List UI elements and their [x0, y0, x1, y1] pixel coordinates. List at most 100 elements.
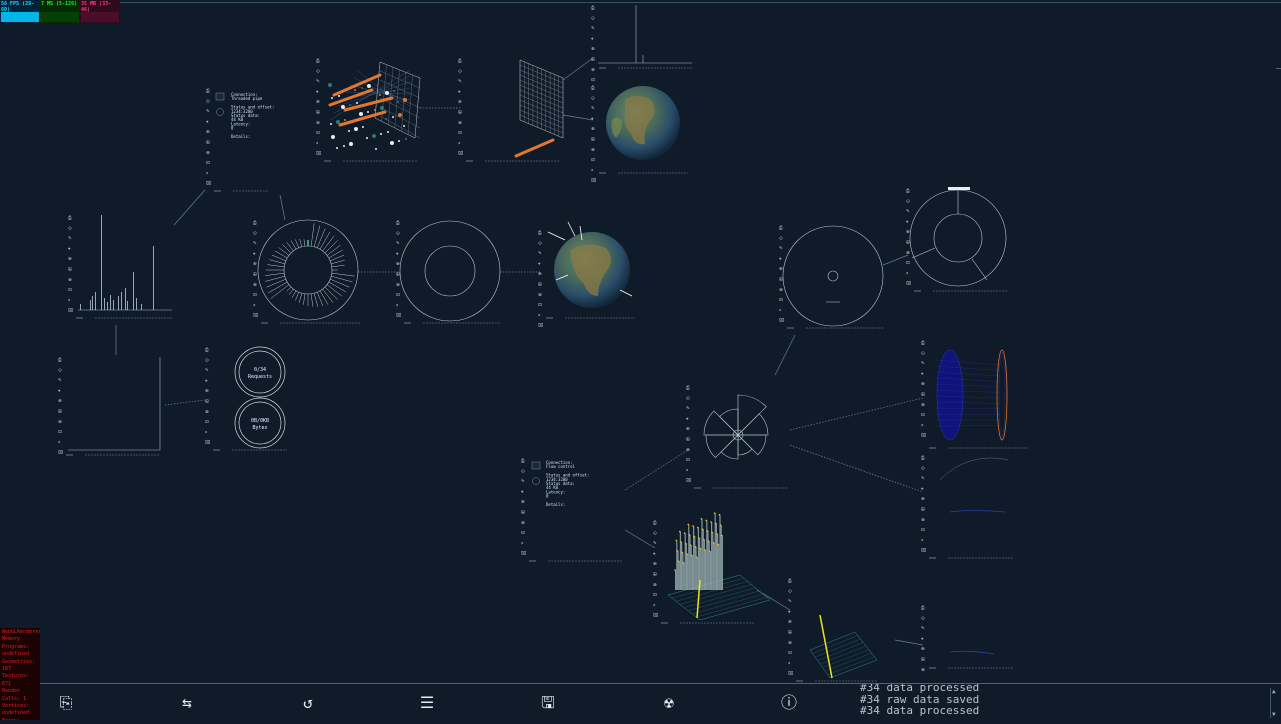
- tool-icon[interactable]: ⊞: [788, 631, 792, 636]
- tool-icon[interactable]: ⌕: [521, 541, 524, 546]
- tool-icon[interactable]: ⊞: [686, 438, 690, 443]
- tool-icon[interactable]: ⊕: [921, 382, 925, 387]
- tool-icon[interactable]: ⌕: [205, 430, 208, 435]
- tool-icon[interactable]: ⊗: [458, 121, 462, 126]
- tool-icon[interactable]: ⎙: [921, 605, 925, 611]
- tool-icon[interactable]: ⊕: [68, 257, 72, 262]
- reset-icon[interactable]: ↺: [296, 691, 320, 715]
- tool-icon[interactable]: ⌕: [58, 440, 61, 445]
- event-log[interactable]: #34 data processed #34 raw data saved #3…: [858, 683, 1281, 721]
- tool-icon[interactable]: ⌧: [921, 433, 926, 439]
- tool-icon[interactable]: ⊙: [906, 199, 910, 204]
- tool-icon[interactable]: ⊡: [906, 261, 910, 266]
- tool-icon[interactable]: ⌧: [653, 613, 658, 619]
- tool-icon[interactable]: ⎙: [686, 385, 690, 391]
- ms-meter[interactable]: 7 MS (5-126): [40, 0, 80, 23]
- signal-plot-node[interactable]: ⎙ ⊙ ✎ ⌖ ⊕ ⊞ ⊗ ⊡ ⌕ ⌧: [58, 357, 161, 456]
- tool-icon[interactable]: ⊗: [253, 283, 257, 288]
- terrain-node[interactable]: ⎙ ⊙ ✎ ⌖ ⊕ ⊞ ⊗ ⊡ ⌕ ⌧: [653, 512, 771, 624]
- tool-icon[interactable]: ⌕: [538, 313, 541, 318]
- tool-icon[interactable]: ✎: [68, 236, 72, 242]
- tool-icon[interactable]: ⌖: [458, 90, 461, 95]
- memory-meter[interactable]: 35 MB (33-46): [80, 0, 120, 23]
- tool-icon[interactable]: ⊙: [921, 616, 925, 621]
- tool-icon[interactable]: ⊗: [906, 251, 910, 256]
- info-icon[interactable]: ⓘ: [777, 691, 801, 715]
- polar-area-node[interactable]: ⎙ ⊙ ✎ ⌖ ⊕ ⊞ ⊗ ⊡ ⌕ ⌧: [686, 385, 788, 489]
- tool-icon[interactable]: ✎: [396, 241, 400, 247]
- tool-icon[interactable]: ✎: [921, 626, 925, 632]
- tool-icon[interactable]: ⊗: [779, 288, 783, 293]
- tool-icon[interactable]: ⊗: [921, 403, 925, 408]
- tool-icon[interactable]: ⊞: [58, 410, 62, 415]
- tool-icon[interactable]: ⊡: [253, 293, 257, 298]
- tool-icon[interactable]: ⌧: [458, 151, 463, 157]
- tool-icon[interactable]: ⊙: [591, 96, 595, 101]
- tool-icon[interactable]: ⌖: [206, 120, 209, 125]
- tool-icon[interactable]: ⎙: [591, 5, 595, 11]
- tool-icon[interactable]: ⊡: [591, 78, 595, 83]
- tool-icon[interactable]: ⊡: [686, 458, 690, 463]
- tool-icon[interactable]: ⌖: [653, 552, 656, 557]
- tool-icon[interactable]: ⎙: [205, 347, 209, 353]
- tool-icon[interactable]: ⊕: [253, 262, 257, 267]
- tool-icon[interactable]: ⌖: [788, 610, 791, 615]
- tool-icon[interactable]: ⊕: [206, 130, 210, 135]
- tool-icon[interactable]: ⊗: [591, 68, 595, 73]
- tool-icon[interactable]: ⌕: [253, 303, 256, 308]
- tool-icon[interactable]: ⊡: [58, 430, 62, 435]
- tool-icon[interactable]: ⊗: [653, 583, 657, 588]
- pipeline-canvas[interactable]: ⎙ ⊙ ✎ ⌖ ⊕ ⊞ ⊗ ⊡ ⌕ ⌧ ⎙ ⊙ ✎ ⌖ ⊕ ⊞ ⊗ ⊡ ⌕ ⌧ ⎙ ⊙ ✎ ⌖ ⊕ ⊞ ⊗ ⊡ ⌕ ⌧ Connection…: [0, 0, 1281, 721]
- tool-icon[interactable]: ✎: [591, 26, 595, 32]
- tool-icon[interactable]: ⊙: [921, 466, 925, 471]
- tool-icon[interactable]: ⊕: [653, 562, 657, 567]
- tool-icon[interactable]: ✎: [788, 599, 792, 605]
- tool-icon[interactable]: ⊗: [205, 410, 209, 415]
- tool-icon[interactable]: ⊞: [316, 111, 320, 116]
- scroll-down-icon[interactable]: ▼: [1272, 711, 1276, 718]
- globe-node-2[interactable]: ⎙ ⊙ ✎ ⌖ ⊕ ⊞ ⊗ ⊡ ⌕ ⌧: [538, 221, 635, 329]
- floppy-icon[interactable]: 🖫: [536, 691, 560, 715]
- tool-icon[interactable]: ⊗: [591, 148, 595, 153]
- tool-icon[interactable]: ⌖: [396, 252, 399, 257]
- tool-icon[interactable]: ⎙: [458, 58, 462, 64]
- tool-icon[interactable]: ⊗: [788, 641, 792, 646]
- tool-icon[interactable]: ⊡: [396, 293, 400, 298]
- tool-icon[interactable]: ⎙: [653, 520, 657, 526]
- tool-icon[interactable]: ⌧: [58, 450, 63, 456]
- tool-icon[interactable]: ⊙: [253, 231, 257, 236]
- tool-icon[interactable]: ⊗: [538, 293, 542, 298]
- tool-icon[interactable]: ⊡: [538, 303, 542, 308]
- tool-icon[interactable]: ⊕: [921, 497, 925, 502]
- spectrum-node[interactable]: ⎙ ⊙ ✎ ⌖ ⊕ ⊞ ⊗ ⊡: [591, 5, 693, 83]
- ring-node[interactable]: ⎙ ⊙ ✎ ⌖ ⊕ ⊞ ⊗ ⊡ ⌕ ⌧: [396, 220, 501, 324]
- tool-icon[interactable]: ⌕: [458, 141, 461, 146]
- tool-icon[interactable]: ⌕: [906, 271, 909, 276]
- surface-node[interactable]: ⎙ ⊙ ✎ ⌖ ⊕ ⊞ ⊗ ⊡ ⌕ ⌧: [458, 58, 564, 162]
- tool-icon[interactable]: ⌧: [396, 313, 401, 319]
- tool-icon[interactable]: ⌕: [591, 168, 594, 173]
- tool-icon[interactable]: ✎: [205, 368, 209, 374]
- tool-icon[interactable]: ⌧: [316, 151, 321, 157]
- tool-icon[interactable]: ⊕: [458, 100, 462, 105]
- tool-icon[interactable]: ⌖: [906, 220, 909, 225]
- tool-icon[interactable]: ⌖: [921, 372, 924, 377]
- tool-icon[interactable]: ⊞: [921, 393, 925, 398]
- tool-icon[interactable]: ⊗: [921, 668, 925, 673]
- tool-icon[interactable]: ⊞: [68, 268, 72, 273]
- tool-icon[interactable]: ⊕: [205, 389, 209, 394]
- tool-icon[interactable]: ⊙: [788, 589, 792, 594]
- tool-icon[interactable]: ⊞: [521, 511, 525, 516]
- tool-icon[interactable]: ⊞: [206, 141, 210, 146]
- tool-icon[interactable]: ⊗: [58, 420, 62, 425]
- tool-icon[interactable]: ⊙: [538, 241, 542, 246]
- flow-detail-node[interactable]: ⎙⊙✎⌖⊕⊞⊗⊡⌕⌧Connection:Flow controlStatus …: [521, 458, 623, 562]
- tool-icon[interactable]: ✎: [538, 251, 542, 257]
- tool-icon[interactable]: ⌖: [921, 637, 924, 642]
- tool-icon[interactable]: ⊙: [206, 99, 210, 104]
- tool-icon[interactable]: ⊙: [591, 16, 595, 21]
- tool-icon[interactable]: ⊕: [591, 127, 595, 132]
- tool-icon[interactable]: ✎: [253, 241, 257, 247]
- tool-icon[interactable]: ⌕: [396, 303, 399, 308]
- tool-icon[interactable]: ⎙: [538, 230, 542, 236]
